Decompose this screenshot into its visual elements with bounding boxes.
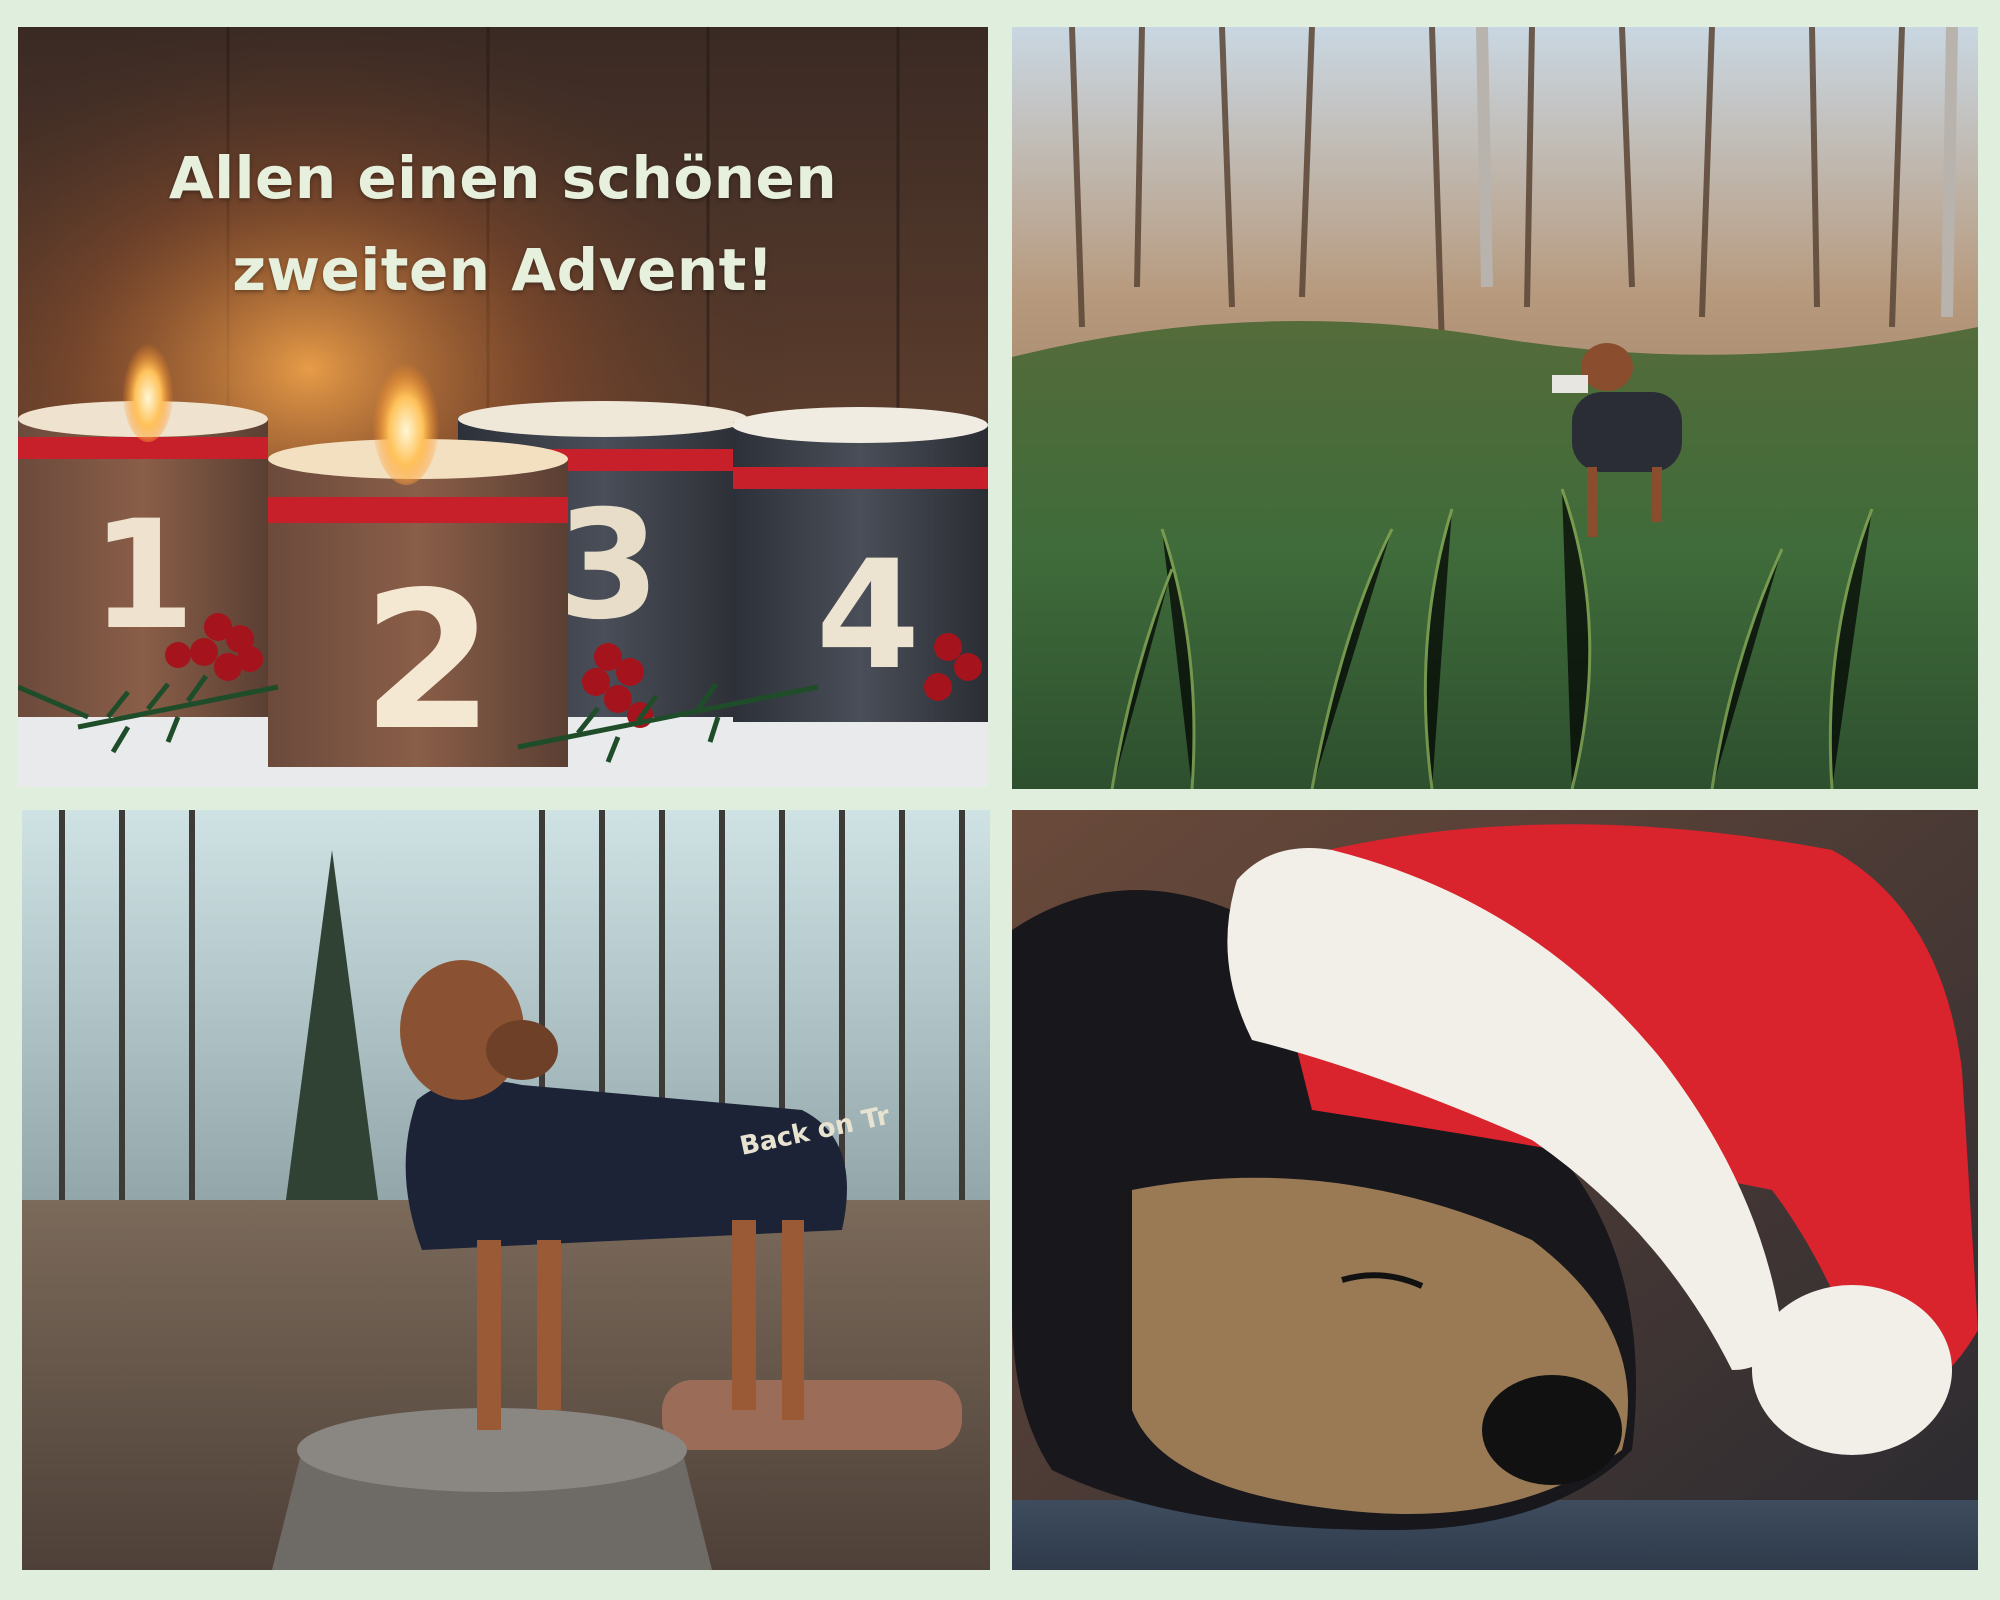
candle-2-number: 2 xyxy=(362,551,494,772)
forest-dog-photo xyxy=(1012,27,1978,789)
greeting-line-2: zweiten Advent! xyxy=(232,236,774,304)
advent-candles-photo: 1 3 4 2 Allen einen schönen zweiten Adve… xyxy=(18,27,988,787)
candle-4: 4 xyxy=(732,407,988,722)
forest-dog-illustration xyxy=(1012,27,1978,789)
greeting-line-1: Allen einen schönen xyxy=(168,144,838,212)
dog-on-stump-photo: Back on Tr xyxy=(22,810,990,1570)
santa-hat-dog-photo xyxy=(1012,810,1978,1570)
greeting-text: Allen einen schönen zweiten Advent! xyxy=(18,132,988,316)
dog-on-stump-illustration: Back on Tr xyxy=(22,810,990,1570)
candle-4-number: 4 xyxy=(816,529,920,703)
candle-3-number: 3 xyxy=(556,479,660,653)
candle-1-number: 1 xyxy=(91,489,195,663)
santa-hat-dog-illustration xyxy=(1012,810,1978,1570)
